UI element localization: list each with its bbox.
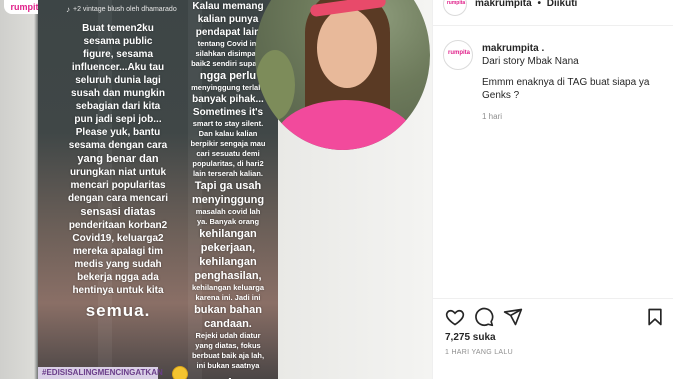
comment-icon[interactable] [474,307,494,327]
story-text-line: egois... [173,375,278,379]
story-text-line: semua. [85,301,151,320]
story-text-line: susah dan mungkin [71,88,165,99]
comment-text-1: Dari story Mbak Nana [482,56,579,67]
avatar[interactable]: rumpita [443,0,467,16]
comment-timestamp[interactable]: 1 hari [482,110,672,123]
story-text-line: Kalau memang [192,1,264,12]
comment-text-2: Emmm enaknya di TAG buat siapa ya Genks … [482,77,650,101]
story-text-line: ya. Banyak orang [196,217,260,226]
heart-icon[interactable] [445,307,465,327]
story-text-line: lain terserah kalian. [192,169,264,178]
music-icon: ♪ [66,4,70,14]
story-text-line: masalah covid lah [195,207,261,216]
story-text-line: penderitaan korban2 [68,220,168,231]
story-hashtag: #EDISISALINGMENCINGATKAN [38,367,163,379]
story-text-line: yang diatas, fokus [195,341,261,350]
avatar-logo: rumpita [447,50,470,56]
story-text-line: sesama public [83,36,153,47]
story-text-line: Dan kalau kalian [198,129,258,138]
story-text-line: kehilangan [199,256,257,268]
action-bar: 7,275 suka 1 HARI YANG LALU [433,298,673,379]
story-screenshot: ♪ +2 vintage blush oleh dhamarado Buat t… [38,0,278,379]
comment-avatar[interactable]: rumpita [443,40,473,70]
story-text-line: berpikir sengaja mau [190,139,266,148]
post-date[interactable]: 1 HARI YANG LALU [445,349,513,356]
story-text-line: Please yuk, bantu [75,127,161,138]
story-text-line: urungkan niat untuk [69,167,167,178]
story-text-line: pun jadi sepi job... [74,114,162,125]
story-text-line: penghasilan, [194,270,262,282]
portrait-photo [255,0,430,150]
comment-body: makrumpita . Dari story Mbak Nana Emmm e… [482,42,672,123]
story-header-text: +2 vintage blush oleh dhamarado [73,5,177,13]
story-text-line: sebagian dari kita [75,101,161,112]
story-text-line: figure, sesama [82,49,154,60]
story-text-line: menyinggung [191,194,265,206]
avatar-logo: rumpita [446,0,466,6]
header-dot: • [537,0,541,9]
story-text-line: hentinya untuk kita [72,285,164,296]
story-text-line: candaan. [204,318,252,330]
story-text-line: dengan cara mencari [67,193,169,204]
story-text-line: popularitas, di hari2 [192,159,264,168]
story-text-line: cari sesuatu demi [196,149,260,158]
story-text-line: medis yang sudah [74,259,162,270]
smile-emoji-icon [172,366,188,379]
story-text-line: berbuat baik aja lah, [191,351,265,360]
story-text-line: seluruh dunia lagi [75,75,161,86]
story-text-line: smart to stay silent. [192,119,264,128]
portrait-shirt [275,100,415,150]
follow-button[interactable]: Diikuti [547,0,578,9]
story-text-line: sensasi diatas [80,206,156,218]
story-text-line: bukan bahan [194,304,262,316]
story-text-line: mencari popularitas [70,180,166,191]
story-text-line: kehilangan keluarga [191,283,265,292]
header-username-line: makrumpita • Diikuti [475,0,577,9]
leaves-decoration [255,50,295,120]
portrait-face [317,8,377,88]
like-count[interactable]: 7,275 suka [445,332,496,343]
post-header: rumpita makrumpita • Diikuti [433,0,673,26]
story-text-line: bekerja ngga ada [77,272,159,283]
story-text-left: Buat temen2ku sesama public figure, sesama… [58,22,178,322]
story-text-line: sesama dengan cara [68,140,168,151]
story-text-line: pekerjaan, [200,242,256,254]
story-text-line: Tapi ga usah [194,180,262,192]
bookmark-icon[interactable] [645,307,665,327]
story-text-line: kehilangan [199,228,257,240]
story-text-line: Covid19, keluarga2 [72,233,164,244]
story-text-line: Rejeki udah diatur [195,331,261,340]
comment-username[interactable]: makrumpita . [482,42,672,55]
story-text-line: Buat temen2ku [82,23,154,34]
action-icons [445,307,670,327]
story-text-line: ini bukan saatnya [196,361,260,370]
story-text-line: influencer...Aku tau [71,62,165,73]
header-username[interactable]: makrumpita [475,0,532,9]
post-sidebar: rumpita makrumpita • Diikuti rumpita mak… [432,0,673,379]
story-text-line: karena ini. Jadi ini [195,293,261,302]
story-text-line: mereka apalagi tim [72,246,164,257]
share-icon[interactable] [503,307,523,327]
story-text-line: yang benar dan [77,153,159,165]
post-photo[interactable]: rumpita ♪ +2 vintage blush oleh dhamarad… [0,0,432,379]
